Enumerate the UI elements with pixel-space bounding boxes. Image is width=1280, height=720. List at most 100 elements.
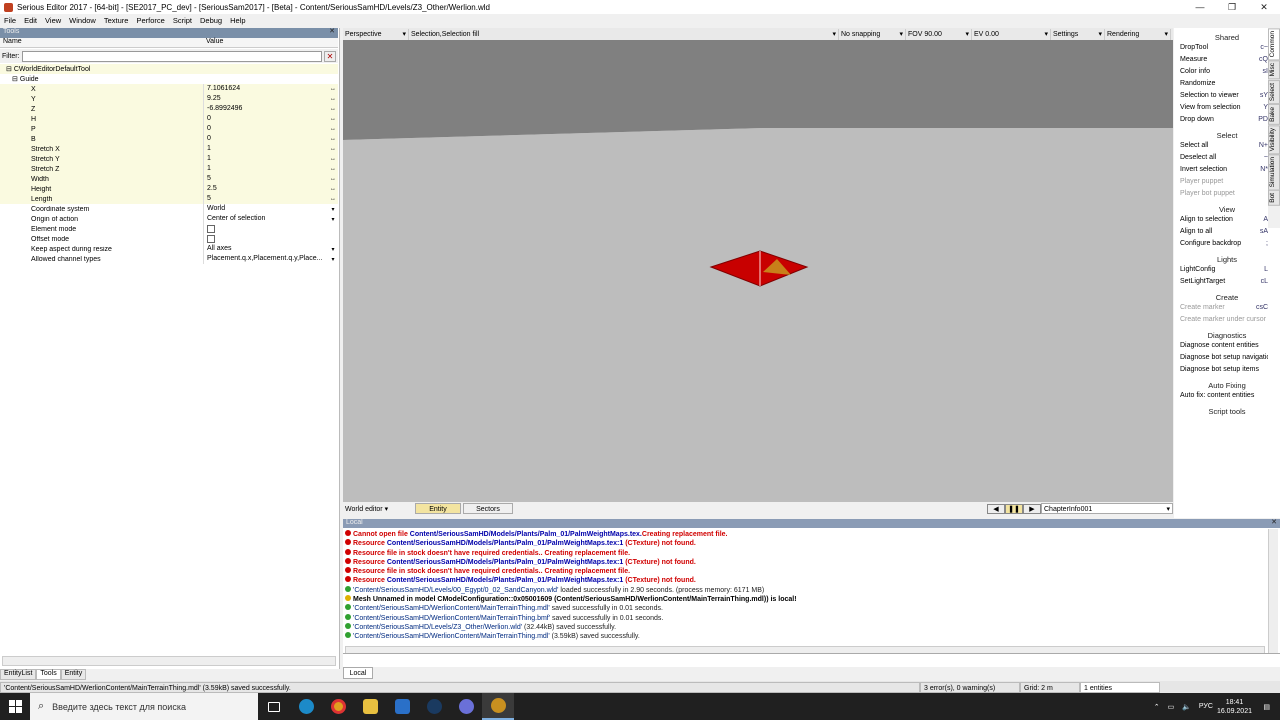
discord-icon[interactable] — [450, 693, 482, 720]
property-value[interactable]: 2.5 — [203, 184, 328, 194]
menu-texture[interactable]: Texture — [100, 16, 133, 25]
log-vertical-scrollbar[interactable] — [1268, 529, 1278, 657]
command-item[interactable]: Color info sI — [1174, 66, 1268, 78]
log-line[interactable]: Resource Content/SeriousSamHD/Models/Pla… — [343, 576, 1268, 585]
property-value[interactable]: 1 — [203, 164, 328, 174]
chevron-down-icon[interactable]: ▾ — [328, 256, 338, 263]
command-item[interactable]: Select all N+ — [1174, 140, 1268, 152]
property-row[interactable]: Y 9.25 ↔ — [0, 94, 338, 104]
drag-value-icon[interactable]: ↔ — [328, 96, 338, 102]
log-line[interactable]: 'Content/SeriousSamHD/Levels/Z3_Other/We… — [343, 622, 1268, 632]
command-item[interactable]: View from selection Y — [1174, 102, 1268, 114]
collapse-icon[interactable]: ⊟ — [6, 65, 12, 73]
log-line[interactable]: Resource file in stock doesn't have requ… — [343, 548, 1268, 558]
volume-icon[interactable]: 🔈 — [1182, 703, 1191, 711]
property-value[interactable]: 0 — [203, 134, 328, 144]
task-view-icon[interactable] — [258, 693, 290, 720]
drag-value-icon[interactable]: ↔ — [328, 166, 338, 172]
property-value[interactable]: World — [203, 204, 328, 214]
command-item[interactable]: LightConfig L — [1174, 264, 1268, 276]
property-value[interactable] — [203, 234, 328, 244]
command-item[interactable]: Configure backdrop; — [1174, 238, 1268, 250]
close-button[interactable]: ✕ — [1248, 2, 1280, 13]
chevron-down-icon[interactable]: ▾ — [328, 206, 338, 213]
ev-dropdown[interactable]: EV 0.00 ▾ — [972, 28, 1051, 40]
property-value[interactable]: 5 — [203, 194, 328, 204]
filter-clear-icon[interactable]: ✕ — [324, 50, 336, 62]
start-button[interactable] — [0, 693, 30, 720]
property-row[interactable]: Keep aspect during resize All axes ▾ — [0, 244, 338, 254]
rendering-dropdown[interactable]: Rendering ▾ — [1105, 28, 1171, 40]
command-item[interactable]: DropTool c~ — [1174, 42, 1268, 54]
tools-close-icon[interactable]: ✕ — [329, 27, 335, 35]
clock[interactable]: 18:41 16.09.2021 — [1217, 698, 1252, 716]
log-line[interactable]: Mesh Unnamed in model CModelConfiguratio… — [343, 595, 1268, 604]
log-close-icon[interactable]: ✕ — [1271, 518, 1277, 526]
snapping-dropdown[interactable]: No snapping ▾ — [839, 28, 906, 40]
command-item[interactable]: Player bot puppet — [1174, 188, 1268, 200]
property-value[interactable]: 1 — [203, 144, 328, 154]
steam-icon[interactable] — [418, 693, 450, 720]
property-row[interactable]: Allowed channel types Placement.q.x,Place… — [0, 254, 338, 264]
network-icon[interactable]: ▭ — [1168, 703, 1175, 711]
log-line[interactable]: Cannot open file Content/SeriousSamHD/Mo… — [343, 530, 1268, 539]
filter-input[interactable] — [21, 50, 322, 62]
property-value[interactable]: Center of selection — [203, 214, 328, 224]
property-value[interactable]: 0 — [203, 114, 328, 124]
property-row[interactable]: Length 5 ↔ — [0, 194, 338, 204]
property-value[interactable]: 5 — [203, 174, 328, 184]
play-forward-button[interactable]: ▶ — [1023, 503, 1041, 514]
drag-value-icon[interactable]: ↔ — [328, 116, 338, 122]
menu-view[interactable]: View — [41, 16, 65, 25]
menu-script[interactable]: Script — [169, 16, 196, 25]
command-item[interactable]: Diagnose content entities — [1174, 340, 1268, 352]
vertical-tab[interactable]: Common — [1268, 28, 1280, 61]
command-item[interactable]: Invert selection N* — [1174, 164, 1268, 176]
vertical-tab[interactable]: Bot — [1268, 190, 1280, 207]
log-line[interactable]: Resource Content/SeriousSamHD/Models/Pla… — [343, 539, 1268, 548]
command-item[interactable]: Create marker under cursor — [1174, 314, 1268, 326]
log-line[interactable]: 'Content/SeriousSamHD/WerlionContent/Mai… — [343, 632, 1268, 641]
chevron-up-icon[interactable]: ⌃ — [1154, 703, 1160, 711]
property-value[interactable]: 1 — [203, 154, 328, 164]
log-command-input[interactable] — [343, 653, 1280, 665]
tree-root[interactable]: ⊟ CWorldEditorDefaultTool — [0, 64, 338, 74]
property-row[interactable]: Width 5 ↔ — [0, 174, 338, 184]
command-item[interactable]: Drop down PD — [1174, 114, 1268, 126]
tab-entity-mode[interactable]: Entity — [415, 503, 461, 514]
3d-viewport[interactable] — [343, 40, 1173, 502]
pause-button[interactable]: ❚❚ — [1005, 503, 1023, 514]
vertical-tab[interactable]: Misc — [1268, 60, 1280, 80]
property-value[interactable] — [203, 224, 328, 234]
property-value[interactable]: Placement.q.x,Placement.q.y,Place... — [203, 254, 328, 264]
collapse-icon[interactable]: ⊟ — [12, 75, 18, 83]
property-row[interactable]: Stretch X 1 ↔ — [0, 144, 338, 154]
property-row[interactable]: Stretch Y 1 ↔ — [0, 154, 338, 164]
settings-dropdown[interactable]: Settings ▾ — [1051, 28, 1105, 40]
command-item[interactable]: Deselect all ~ — [1174, 152, 1268, 164]
command-item[interactable]: Create marker csC — [1174, 302, 1268, 314]
vertical-tab[interactable]: Visibility — [1268, 124, 1280, 154]
property-value[interactable]: -6.8992496 — [203, 104, 328, 114]
serious-editor-icon[interactable] — [482, 693, 514, 720]
drag-value-icon[interactable]: ↔ — [328, 126, 338, 132]
log-line[interactable]: 'Content/SeriousSamHD/Levels/00_Egypt/0_… — [343, 585, 1268, 595]
property-row[interactable]: P 0 ↔ — [0, 124, 338, 134]
tab-entity[interactable]: Entity — [60, 669, 87, 680]
vertical-tab[interactable]: Simulation — [1268, 154, 1280, 191]
drag-value-icon[interactable]: ↔ — [328, 176, 338, 182]
drag-value-icon[interactable]: ↔ — [328, 136, 338, 142]
drag-value-icon[interactable]: ↔ — [328, 86, 338, 92]
vertical-tab[interactable]: Select — [1268, 79, 1280, 104]
property-row[interactable]: Z -6.8992496 ↔ — [0, 104, 338, 114]
minimize-button[interactable]: — — [1184, 2, 1216, 12]
checkbox[interactable] — [207, 225, 215, 233]
property-row[interactable]: B 0 ↔ — [0, 134, 338, 144]
log-line[interactable]: 'Content/SeriousSamHD/WerlionContent/Mai… — [343, 613, 1268, 623]
taskbar-search[interactable]: ⌕ Введите здесь текст для поиска — [30, 693, 258, 720]
menu-help[interactable]: Help — [226, 16, 249, 25]
play-back-button[interactable]: ◀ — [987, 503, 1005, 514]
store-icon[interactable] — [386, 693, 418, 720]
command-item[interactable]: Align to selection A — [1174, 214, 1268, 226]
property-row[interactable]: Coordinate system World ▾ — [0, 204, 338, 214]
